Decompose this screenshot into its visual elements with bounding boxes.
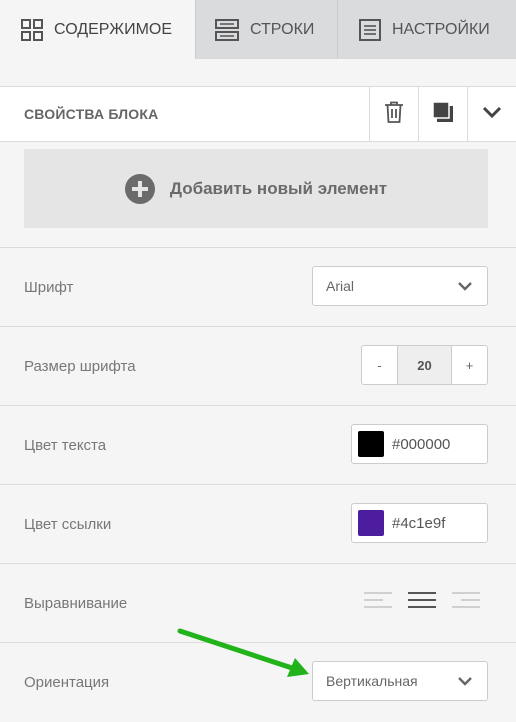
tab-content[interactable]: СОДЕРЖИМОЕ: [0, 0, 196, 59]
block-properties-header: СВОЙСТВА БЛОКА: [0, 86, 516, 142]
orientation-label: Ориентация: [24, 674, 110, 691]
trash-icon: [384, 101, 404, 128]
alignment-label: Выравнивание: [24, 595, 128, 612]
delete-block-button[interactable]: [369, 87, 418, 141]
font-select[interactable]: Arial: [312, 266, 488, 306]
alignment-row: Выравнивание: [0, 563, 516, 642]
add-new-element-button[interactable]: Добавить новый элемент: [24, 149, 488, 228]
panel-title: СВОЙСТВА БЛОКА: [24, 106, 159, 122]
settings-list-icon: [358, 18, 382, 42]
tab-settings-label: НАСТРОЙКИ: [392, 20, 490, 38]
chevron-down-icon: [457, 674, 473, 690]
grid-icon: [20, 18, 44, 42]
align-right-button[interactable]: [444, 591, 488, 613]
font-size-value[interactable]: 20: [397, 346, 452, 384]
text-color-label: Цвет текста: [24, 437, 107, 454]
font-value: Arial: [326, 278, 355, 294]
link-color-label: Цвет ссылки: [24, 516, 112, 533]
plus-circle-icon: [124, 173, 155, 204]
text-color-picker[interactable]: #000000: [351, 424, 488, 464]
align-center-icon: [407, 591, 437, 614]
decrease-font-size-button[interactable]: -: [362, 346, 397, 384]
link-color-swatch[interactable]: [358, 510, 384, 536]
font-size-row: Размер шрифта - 20 +: [0, 326, 516, 405]
tab-bar: СОДЕРЖИМОЕ СТРОКИ НАСТРОЙКИ: [0, 0, 516, 59]
tab-settings[interactable]: НАСТРОЙКИ: [338, 0, 516, 59]
alignment-options: [356, 591, 488, 613]
increase-font-size-button[interactable]: +: [452, 346, 487, 384]
collapse-panel-button[interactable]: [467, 87, 516, 141]
font-row: Шрифт Arial: [0, 247, 516, 326]
link-color-row: Цвет ссылки #4c1e9f: [0, 484, 516, 563]
font-size-stepper: - 20 +: [361, 345, 488, 385]
text-color-row: Цвет текста #000000: [0, 405, 516, 484]
orientation-value: Вертикальная: [326, 673, 418, 689]
rows-icon: [214, 18, 240, 42]
align-right-icon: [451, 591, 481, 614]
duplicate-icon: [432, 100, 454, 128]
link-color-picker[interactable]: #4c1e9f: [351, 503, 488, 543]
align-left-icon: [363, 591, 393, 614]
tab-rows-label: СТРОКИ: [250, 20, 315, 38]
align-center-button[interactable]: [400, 591, 444, 613]
add-new-element-label: Добавить новый элемент: [169, 178, 388, 198]
tab-rows[interactable]: СТРОКИ: [196, 0, 338, 59]
orientation-row: Ориентация Вертикальная: [0, 642, 516, 721]
font-size-label: Размер шрифта: [24, 358, 136, 375]
font-label: Шрифт: [24, 279, 74, 296]
chevron-down-icon: [457, 279, 473, 295]
text-color-swatch[interactable]: [358, 431, 384, 457]
text-color-value: #000000: [392, 435, 451, 453]
link-color-value: #4c1e9f: [392, 514, 446, 532]
duplicate-block-button[interactable]: [418, 87, 467, 141]
chevron-down-icon: [482, 105, 502, 124]
orientation-select[interactable]: Вертикальная: [312, 661, 488, 701]
tab-content-label: СОДЕРЖИМОЕ: [54, 20, 173, 38]
align-left-button[interactable]: [356, 591, 400, 613]
